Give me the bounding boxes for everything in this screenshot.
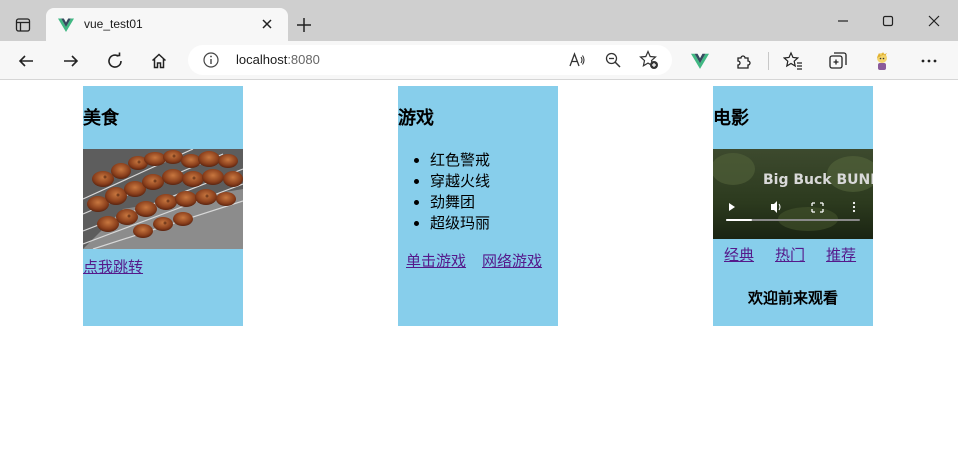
popular-link[interactable]: 热门	[775, 244, 805, 265]
url-text[interactable]: localhost:8080	[236, 52, 320, 67]
welcome-text: 欢迎前来观看	[747, 289, 838, 307]
refresh-icon[interactable]	[102, 48, 128, 74]
game-list: 红色警戒 穿越火线 劲舞团 超级玛丽	[430, 150, 490, 234]
site-info-icon[interactable]	[202, 51, 220, 69]
tab-actions-icon[interactable]	[10, 12, 36, 38]
more-options-icon[interactable]	[917, 49, 941, 73]
list-item: 超级玛丽	[430, 213, 490, 234]
online-games-link[interactable]: 网络游戏	[482, 250, 542, 271]
back-icon[interactable]	[13, 48, 39, 74]
vue-logo-icon	[58, 17, 74, 33]
bbq-skewers-image	[83, 149, 243, 249]
tab-strip: vue_test01	[0, 0, 958, 41]
home-icon[interactable]	[146, 48, 172, 74]
url-host: localhost	[236, 52, 288, 67]
maximize-icon[interactable]	[876, 10, 900, 32]
movie-links: 经典 热门 推荐	[724, 244, 856, 265]
url-port: :8080	[287, 52, 320, 67]
vue-devtools-icon[interactable]	[688, 49, 712, 73]
toolbar-divider	[768, 52, 769, 70]
new-tab-icon[interactable]	[293, 14, 315, 36]
page-content: 美食 点我跳转 游戏 • 红色警戒 • 穿越火线 • 劲舞团 • 超级玛丽 单击…	[0, 81, 958, 466]
video-player[interactable]: Big Buck BUNNY	[713, 149, 873, 239]
games-card: 游戏 红色警戒 穿越火线 劲舞团 超级玛丽 单击游戏 网络游戏	[398, 86, 558, 326]
list-item: 红色警戒	[430, 150, 490, 171]
favorites-icon[interactable]	[781, 49, 805, 73]
tab-title: vue_test01	[84, 17, 143, 31]
close-tab-icon[interactable]	[258, 15, 276, 33]
browser-toolbar: localhost:8080	[0, 41, 958, 80]
movies-card: 电影 Big Buck BUNNY	[713, 86, 873, 326]
food-card-title: 美食	[83, 108, 119, 129]
game-links: 单击游戏 网络游戏	[406, 250, 542, 271]
profile-avatar-icon[interactable]	[870, 49, 894, 73]
collections-icon[interactable]	[826, 49, 850, 73]
close-window-icon[interactable]	[922, 10, 946, 32]
forward-icon[interactable]	[58, 48, 84, 74]
video-title-text: Big Buck BUNNY	[763, 172, 873, 188]
jump-link[interactable]: 点我跳转	[83, 256, 143, 277]
classic-link[interactable]: 经典	[724, 244, 754, 265]
minimize-icon[interactable]	[831, 10, 855, 32]
read-aloud-icon[interactable]	[566, 49, 588, 71]
movies-card-title: 电影	[713, 108, 749, 129]
list-item: 劲舞团	[430, 192, 490, 213]
games-card-title: 游戏	[398, 108, 434, 129]
list-item: 穿越火线	[430, 171, 490, 192]
food-card: 美食 点我跳转	[83, 86, 243, 326]
add-favorite-icon[interactable]	[638, 49, 660, 71]
address-bar[interactable]: localhost:8080	[188, 45, 672, 75]
tab-vue-test01[interactable]: vue_test01	[46, 8, 288, 41]
extensions-icon[interactable]	[732, 49, 756, 73]
single-player-games-link[interactable]: 单击游戏	[406, 250, 466, 271]
recommended-link[interactable]: 推荐	[826, 244, 856, 265]
zoom-out-icon[interactable]	[602, 49, 624, 71]
